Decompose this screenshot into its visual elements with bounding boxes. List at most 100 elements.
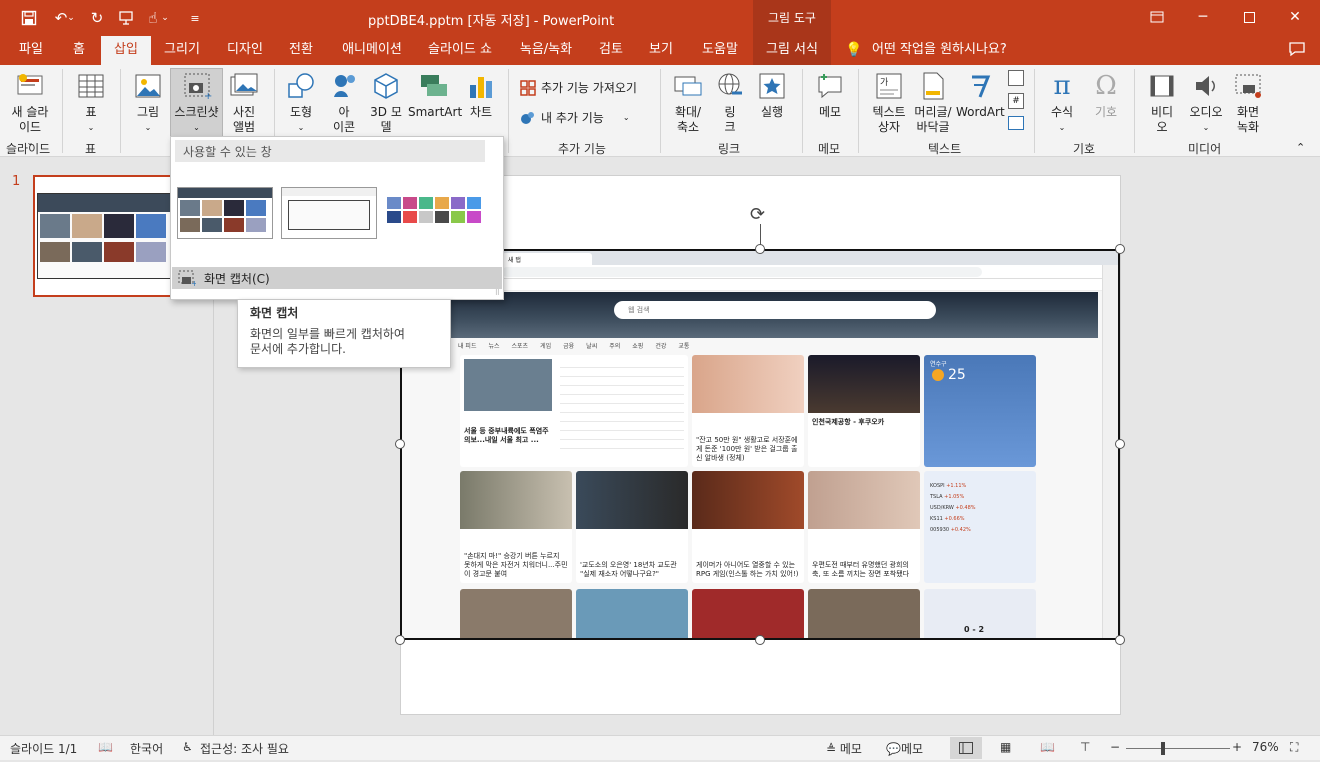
zoom-level[interactable]: 76% [1252,740,1279,754]
collapse-ribbon-icon[interactable]: ⌃ [1296,141,1305,154]
date-time-icon[interactable] [1008,70,1024,86]
get-addins-button[interactable]: 추가 기능 가져오기 [520,79,637,96]
comments-icon[interactable] [1288,41,1306,60]
symbol-button[interactable]: Ω 기호 [1086,69,1126,120]
resize-handle[interactable] [1115,635,1125,645]
tab-picture-format[interactable]: 그림 서식 [753,36,831,65]
tab-review[interactable]: 검토 [590,36,632,65]
browser-address-bar[interactable] [402,265,1118,279]
tab-record[interactable]: 녹음/녹화 [510,36,582,65]
news-card[interactable] [808,589,920,638]
news-nav-item[interactable]: 건강 [655,341,666,353]
zoom-in-icon[interactable]: + [1232,740,1242,754]
customize-qat-icon[interactable]: ≡ [180,6,210,30]
accessibility-status[interactable]: 접근성: 조사 필요 [200,740,289,757]
my-addins-button[interactable]: 내 추가 기능 ⌄ [520,109,630,126]
tab-insert[interactable]: 삽입 [101,36,151,65]
news-nav-item[interactable]: 날씨 [586,341,597,353]
news-card[interactable]: 서울 등 중부내륙에도 폭염주의보...내일 서울 최고 ... [460,355,688,467]
news-card[interactable]: "손대지 마!" 승강기 버튼 누르지 못하게 막은 자전거 치워더니...주민… [460,471,572,583]
weather-card[interactable]: 연수구 25 [924,355,1036,467]
news-nav-item[interactable]: 쇼핑 [632,341,643,353]
smartart-button[interactable]: SmartArt [408,69,462,120]
spelling-icon[interactable]: 📖 [98,740,113,754]
chart-button[interactable]: 차트 [464,69,498,120]
fit-to-window-icon[interactable]: ⛶ [1290,740,1298,755]
screenshot-button[interactable]: + 스크린샷 ⌄ [170,68,223,138]
tab-draw[interactable]: 그리기 [156,36,208,65]
news-nav-item[interactable]: 뉴스 [488,341,499,353]
audio-button[interactable]: 오디오 ⌄ [1186,69,1226,135]
touch-dropdown-icon[interactable]: ⌄ [158,6,172,30]
zoom-link-button[interactable]: 확대/ 축소 [668,69,708,135]
news-nav-item[interactable]: 교통 [678,341,689,353]
textbox-button[interactable]: 가 텍스트 상자 [866,69,912,135]
comments-button[interactable]: 💬메모 [886,740,923,757]
screen-capture-menu-item[interactable]: + 화면 캡처(C) [172,267,502,289]
rotate-handle-icon[interactable]: ⟳ [750,204,765,225]
slide-number-icon[interactable]: # [1008,93,1024,109]
slideshow-view-icon[interactable]: ⊤ [1080,740,1090,754]
news-nav-item[interactable]: 게임 [540,341,551,353]
ribbon-display-icon[interactable] [1134,0,1180,34]
resize-handle[interactable] [395,635,405,645]
available-window-thumb[interactable] [385,185,481,241]
resize-grip-icon[interactable]: ⠿ [495,289,500,297]
news-card[interactable] [576,589,688,638]
redo-icon[interactable]: ↻ [82,6,112,30]
news-nav-item[interactable]: 주의 [609,341,620,353]
action-button[interactable]: 실행 [752,69,792,120]
icons-button[interactable]: 아 이콘 [324,69,364,135]
maximize-icon[interactable] [1226,0,1272,34]
stock-card[interactable]: KOSPI +1.11% TSLA +1.05% USD/KRW +0.48% … [924,471,1036,583]
object-icon[interactable] [1008,116,1024,130]
resize-handle[interactable] [395,439,405,449]
news-card[interactable]: 게이머가 아니어도 열중할 수 있는 RPG 게임(인스톨 하는 가치 있어!) [692,471,804,583]
3d-models-button[interactable]: 3D 모 델 [366,69,406,135]
tab-transitions[interactable]: 전환 [280,36,322,65]
tab-help[interactable]: 도움말 [692,36,748,65]
resize-handle[interactable] [1115,439,1125,449]
news-card[interactable]: "잔고 50만 원" 생활고로 서장훈에게 돈준 '100만 원' 받은 걸그룹… [692,355,804,467]
normal-view-button[interactable] [950,737,982,759]
tab-design[interactable]: 디자인 [218,36,272,65]
slide-thumbnail[interactable] [33,175,193,297]
wordart-button[interactable]: WordArt [956,69,1005,120]
shapes-button[interactable]: 도형 ⌄ [281,69,321,135]
link-button[interactable]: 링 크 [712,69,748,135]
tab-view[interactable]: 보기 [640,36,682,65]
available-window-thumb[interactable] [177,187,273,239]
tab-home[interactable]: 홈 [62,36,96,65]
news-card[interactable] [460,589,572,638]
close-icon[interactable]: ✕ [1272,0,1318,34]
news-nav-item[interactable]: 스포츠 [512,341,529,353]
resize-handle[interactable] [755,244,765,254]
news-card[interactable]: '교도소의 오은영' 18년차 교도관 "실제 재소자 어떻나구요?" [576,471,688,583]
news-card[interactable]: 우편도전 때부터 유명했던 광희의 축, 또 소름 끼치는 장면 포착됐다 [808,471,920,583]
photo-album-button[interactable]: 사진 앨범 ⌄ [224,69,264,142]
new-slide-button[interactable]: 새 슬라 이드 ⌄ [4,69,56,150]
tab-animations[interactable]: 애니메이션 [332,36,412,65]
news-nav-item[interactable]: 내 피드 [458,341,476,353]
undo-dropdown-icon[interactable]: ⌄ [64,6,78,30]
video-button[interactable]: 비디 오 [1142,69,1182,135]
zoom-out-icon[interactable]: − [1110,740,1120,754]
news-search-box[interactable]: 웹 검색 [614,301,936,319]
resize-handle[interactable] [755,635,765,645]
browser-tab[interactable]: 새 탭 [502,253,592,265]
resize-handle[interactable] [1115,244,1125,254]
reading-view-icon[interactable]: 📖 [1040,740,1055,754]
tab-file[interactable]: 파일 [10,36,52,65]
available-window-thumb[interactable] [281,187,377,239]
zoom-slider-thumb[interactable] [1161,742,1165,755]
table-button[interactable]: 표 ⌄ [70,69,112,135]
zoom-slider-track[interactable] [1126,748,1230,749]
language-indicator[interactable]: 한국어 [130,740,163,757]
news-card[interactable]: 인천국제공항 - 후쿠오카 [808,355,920,467]
comment-button[interactable]: 메모 [810,69,850,120]
header-footer-button[interactable]: 머리글/ 바닥글 [912,69,954,135]
equation-button[interactable]: π 수식 ⌄ [1042,69,1082,135]
inserted-screenshot[interactable]: 새 탭 웹 검색 내 피드 뉴스 스포츠 게임 금융 날씨 주의 쇼핑 건강 교… [400,249,1120,640]
tell-me-search[interactable]: 어떤 작업을 원하시나요? [866,36,1013,65]
save-icon[interactable] [14,6,44,30]
